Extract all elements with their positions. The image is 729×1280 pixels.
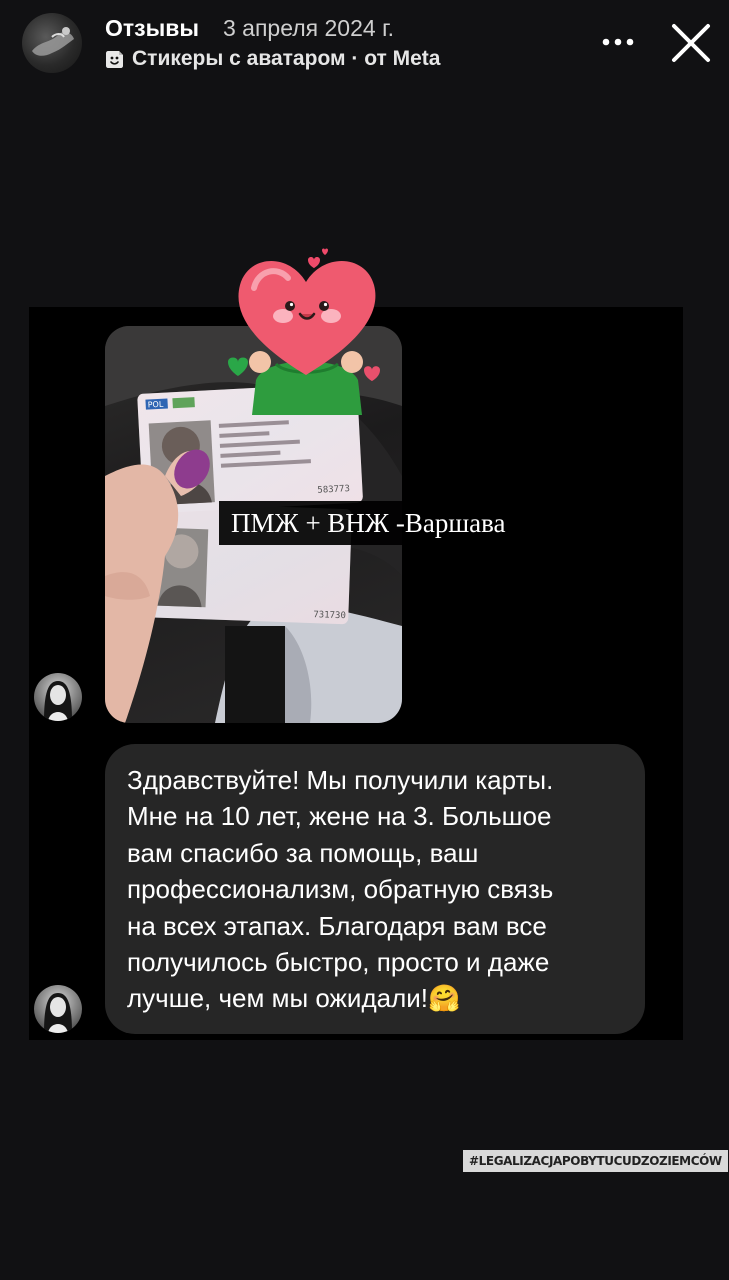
sender-avatar: [34, 673, 82, 721]
caption-text-sticker: ПМЖ + ВНЖ -Варшава: [219, 501, 518, 545]
svg-text:583773: 583773: [317, 484, 350, 496]
sticker-attribution[interactable]: Стикеры с аватаром · от Meta: [104, 47, 440, 71]
more-options-button[interactable]: [596, 27, 640, 57]
card-country-label: POL: [147, 400, 164, 410]
sender-avatar: [34, 985, 82, 1033]
hashtag-sticker[interactable]: #LEGALIZACJAPOBYTUCUDZOZIEMCÓW: [463, 1150, 728, 1172]
close-button[interactable]: [666, 20, 716, 68]
message-bubble: Здравствуйте! Мы получили карты. Мне на …: [105, 744, 645, 1034]
story-title[interactable]: Отзывы: [105, 15, 199, 42]
message-text: Здравствуйте! Мы получили карты. Мне на …: [127, 765, 554, 1014]
more-icon: [602, 38, 634, 46]
profile-avatar[interactable]: [22, 13, 82, 73]
close-icon: [672, 24, 710, 62]
story-date: 3 апреля 2024 г.: [223, 15, 395, 41]
heart-character-sticker: [226, 240, 386, 415]
hugging-face-emoji: 🤗: [428, 983, 461, 1014]
sticker-attribution-label: Стикеры с аватаром · от Meta: [132, 47, 441, 70]
svg-text:731730: 731730: [313, 610, 346, 621]
avatar-sticker-icon: [106, 51, 123, 68]
